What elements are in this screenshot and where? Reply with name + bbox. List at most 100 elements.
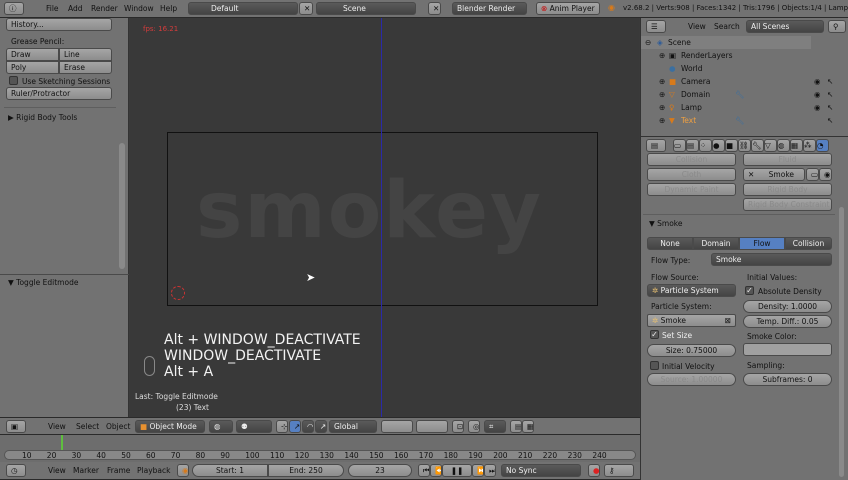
history-button[interactable]: History... (6, 18, 112, 31)
jump-keyframe-forward-button[interactable]: ⏩ (472, 464, 484, 477)
start-frame-field[interactable]: Start: 1 (192, 464, 268, 477)
snap-select[interactable]: ⌗ (484, 420, 506, 433)
record-button[interactable]: ● (588, 464, 600, 477)
pivot-select[interactable]: ⚉ (236, 420, 272, 433)
select-arrow-icon[interactable]: ↖ (827, 103, 833, 112)
modifiers-tab-icon[interactable]: 🔧︎ (751, 139, 764, 152)
fluid-button[interactable]: Fluid (743, 153, 832, 166)
editor-type-3dview[interactable]: ▣ (6, 420, 26, 433)
particle-system-field[interactable]: ✲ Smoke ⊠ (647, 314, 736, 327)
keying-icon[interactable]: ◉ (177, 464, 189, 477)
menu-file[interactable]: File (46, 4, 59, 13)
source-field[interactable]: Source: 1.00000 (647, 373, 736, 386)
rigid-body-tools-panel[interactable]: ▶ Rigid Body Tools (8, 113, 77, 122)
pause-button[interactable]: ❚❚ (442, 464, 472, 477)
menu-search[interactable]: Search (714, 22, 740, 31)
menu-object[interactable]: Object (106, 422, 130, 431)
manipulator-toggle[interactable]: ⊹ (276, 420, 288, 433)
search-icon[interactable]: ⚲ (828, 20, 846, 33)
type-none-tab[interactable]: None (647, 237, 693, 250)
menu-view[interactable]: View (48, 466, 66, 475)
material-tab-icon[interactable]: ◍ (777, 139, 790, 152)
scale-toggle[interactable]: ↗ (315, 420, 327, 433)
end-frame-field[interactable]: End: 250 (268, 464, 344, 477)
texture-tab-icon[interactable]: ▦ (790, 139, 803, 152)
viewport-eye-icon[interactable]: ◉ (819, 168, 832, 181)
sync-select[interactable]: No Sync (501, 464, 581, 477)
size-field[interactable]: Size: 0.75000 (647, 344, 736, 357)
type-flow-tab[interactable]: Flow (739, 237, 785, 250)
scene-close-button[interactable]: ✕ (428, 2, 441, 15)
subframes-field[interactable]: Subframes: 0 (743, 373, 832, 386)
menu-view[interactable]: View (688, 22, 706, 31)
display-mode-select[interactable]: All Scenes (746, 20, 824, 33)
select-arrow-icon[interactable]: ↖ (827, 116, 833, 125)
menu-select[interactable]: Select (76, 422, 99, 431)
visibility-eye-icon[interactable]: ◉ (814, 103, 821, 112)
smoke-color-swatch[interactable] (743, 343, 832, 356)
type-collision-tab[interactable]: Collision (785, 237, 832, 250)
editor-type-timeline[interactable]: ◷ (6, 464, 26, 477)
scene-select[interactable]: Scene (316, 2, 416, 15)
editor-type-outliner[interactable]: ☰ (646, 20, 666, 33)
cloth-button[interactable]: Cloth (647, 168, 736, 181)
render-opengl-icon[interactable]: ▤ (510, 420, 522, 433)
smoke-panel-header[interactable]: ▼ Smoke (649, 219, 683, 228)
jump-keyframe-back-button[interactable]: ⏪ (430, 464, 442, 477)
translate-toggle[interactable]: ↗ (289, 420, 301, 433)
world-tab-icon[interactable]: ● (712, 139, 725, 152)
rigid-body-constraint-button[interactable]: Rigid Body Constraint (743, 198, 832, 211)
rotate-toggle[interactable]: ◠ (302, 420, 314, 433)
constraints-tab-icon[interactable]: ⛓ (738, 139, 751, 152)
physics-tab-icon[interactable]: ◔ (816, 139, 829, 152)
proportional-edit-icon[interactable]: ◎ (468, 420, 480, 433)
editor-type-info[interactable]: ⓘ (4, 2, 24, 15)
temp-diff-field[interactable]: Temp. Diff.: 0.05 (743, 315, 832, 328)
draw-button[interactable]: Draw (6, 48, 59, 61)
particles-tab-icon[interactable]: ⁂ (803, 139, 816, 152)
flow-source-select[interactable]: ✲ Particle System (647, 284, 736, 297)
shading-select[interactable]: ◍ (209, 420, 233, 433)
orientation-select[interactable]: Global (329, 420, 377, 433)
menu-frame[interactable]: Frame (107, 466, 130, 475)
keying-set-icon[interactable]: ⚷ (604, 464, 634, 477)
anim-player-button[interactable]: ⊗ Anim Player (536, 2, 600, 15)
clear-icon[interactable]: ⊠ (725, 315, 731, 326)
menu-render[interactable]: Render (91, 4, 118, 13)
poly-button[interactable]: Poly (6, 61, 59, 74)
layers-grid-1[interactable] (381, 420, 413, 433)
render-tab-icon[interactable]: ▭ (673, 139, 686, 152)
initial-velocity-checkbox[interactable] (650, 361, 659, 370)
layers-grid-2[interactable] (416, 420, 448, 433)
3d-viewport[interactable]: fps: 16.21 smokey ➤ Alt + WINDOW_DEACTIV… (130, 18, 639, 417)
render-anim-icon[interactable]: ▦ (522, 420, 534, 433)
data-tab-icon[interactable]: ▽ (764, 139, 777, 152)
mode-select[interactable]: ■ Object Mode (135, 420, 205, 433)
scene-tab-icon[interactable]: ⁘ (699, 139, 712, 152)
select-arrow-icon[interactable]: ↖ (827, 90, 833, 99)
editor-type-properties[interactable]: ▤ (646, 139, 666, 152)
object-tab-icon[interactable]: ■ (725, 139, 738, 152)
toggle-editmode-panel[interactable]: ▼ Toggle Editmode (8, 278, 78, 287)
menu-view[interactable]: View (48, 422, 66, 431)
layout-select[interactable]: Default (188, 2, 298, 15)
menu-marker[interactable]: Marker (73, 466, 99, 475)
render-layers-tab-icon[interactable]: ▤ (686, 139, 699, 152)
jump-start-button[interactable]: ⏮ (418, 464, 430, 477)
ruler-button[interactable]: Ruler/Protractor (6, 87, 112, 100)
select-arrow-icon[interactable]: ↖ (827, 77, 833, 86)
absolute-density-checkbox[interactable]: ✓ (745, 286, 754, 295)
line-button[interactable]: Line (59, 48, 112, 61)
tree-item-scene[interactable]: ⊖ ◈ Scene (641, 36, 811, 49)
flow-type-select[interactable]: Smoke (711, 253, 832, 266)
density-field[interactable]: Density: 1.0000 (743, 300, 832, 313)
scrollbar[interactable] (119, 143, 125, 269)
type-domain-tab[interactable]: Domain (693, 237, 739, 250)
dynamic-paint-button[interactable]: Dynamic Paint (647, 183, 736, 196)
rigid-body-button[interactable]: Rigid Body (743, 183, 832, 196)
layout-close-button[interactable]: ✕ (299, 2, 313, 15)
erase-button[interactable]: Erase (59, 61, 112, 74)
properties-scrollbar[interactable] (839, 207, 844, 477)
menu-window[interactable]: Window (124, 4, 154, 13)
render-engine-select[interactable]: Blender Render (452, 2, 527, 15)
